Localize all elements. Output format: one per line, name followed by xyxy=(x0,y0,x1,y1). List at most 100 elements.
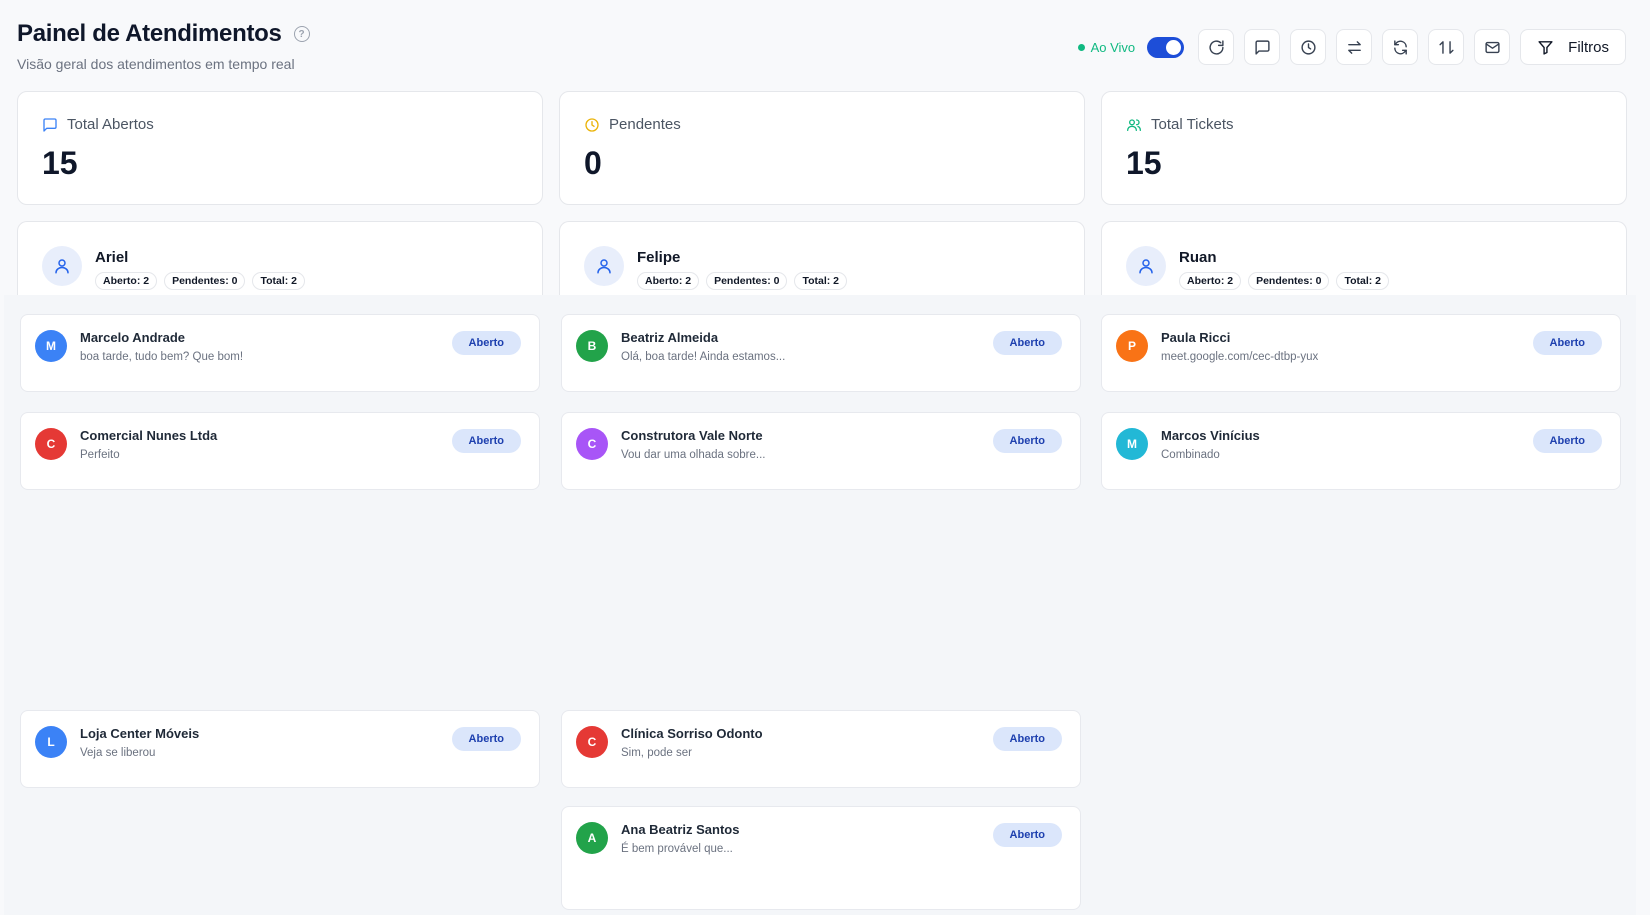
messages-button[interactable] xyxy=(1244,29,1281,65)
badge-aberto: Aberto: 2 xyxy=(1179,272,1242,290)
stat-value: 15 xyxy=(42,145,78,181)
ticket-card[interactable]: C Comercial Nunes Ltda Perfeito Aberto xyxy=(20,412,540,490)
ticket-contact-name: Ana Beatriz Santos xyxy=(621,822,740,837)
agent-name: Felipe xyxy=(637,249,681,266)
status-badge: Aberto xyxy=(1532,429,1602,453)
ticket-contact-name: Marcelo Andrade xyxy=(80,330,185,345)
agent-name: Ariel xyxy=(95,249,129,266)
ticket-last-message: boa tarde, tudo bem? Que bom! xyxy=(80,351,244,363)
refresh-button[interactable] xyxy=(1198,29,1235,65)
sort-button[interactable] xyxy=(1428,29,1465,65)
status-badge: Aberto xyxy=(451,429,521,453)
agent-column-ariel: Ariel Aberto: 2 Pendentes: 0 Total: 2 xyxy=(17,221,543,295)
status-badge: Aberto xyxy=(992,331,1062,355)
avatar: C xyxy=(576,428,608,460)
badge-aberto: Aberto: 2 xyxy=(95,272,158,290)
filters-button[interactable]: Filtros xyxy=(1520,29,1626,65)
ticket-contact-name: Loja Center Móveis xyxy=(80,726,200,741)
message-icon xyxy=(1255,39,1270,55)
stat-value: 0 xyxy=(584,145,602,181)
ticket-last-message: É bem provável que... xyxy=(621,843,733,855)
mail-icon xyxy=(1485,41,1500,53)
live-toggle[interactable] xyxy=(1147,36,1185,58)
avatar xyxy=(42,246,82,286)
stat-label: Total Tickets xyxy=(1151,116,1234,133)
ticket-card[interactable]: B Beatriz Almeida Olá, boa tarde! Ainda … xyxy=(561,314,1081,392)
badge-pendentes: Pendentes: 0 xyxy=(1248,272,1330,290)
page-title: Painel de Atendimentos xyxy=(17,20,282,47)
status-badge: Aberto xyxy=(992,429,1062,453)
message-icon xyxy=(43,117,57,132)
user-icon xyxy=(1139,259,1153,274)
refresh-icon xyxy=(1209,39,1224,55)
toggle-knob xyxy=(1166,39,1182,55)
ticket-contact-name: Beatriz Almeida xyxy=(621,330,719,345)
ticket-contact-name: Clínica Sorriso Odonto xyxy=(621,726,763,741)
transfer-button[interactable] xyxy=(1336,29,1373,65)
sync-icon xyxy=(1393,39,1407,55)
ticket-card[interactable]: M Marcos Vinícius Combinado Aberto xyxy=(1101,412,1621,490)
ticket-card[interactable]: C Clínica Sorriso Odonto Sim, pode ser A… xyxy=(561,710,1081,788)
avatar: A xyxy=(576,822,608,854)
filters-label: Filtros xyxy=(1568,38,1609,56)
agent-column-felipe: Felipe Aberto: 2 Pendentes: 0 Total: 2 xyxy=(559,221,1085,295)
ticket-card[interactable]: A Ana Beatriz Santos É bem provável que.… xyxy=(561,806,1081,910)
avatar: L xyxy=(35,726,67,758)
avatar xyxy=(1126,246,1166,286)
badge-total: Total: 2 xyxy=(794,272,848,290)
user-icon xyxy=(597,259,611,274)
avatar: C xyxy=(35,428,67,460)
ticket-last-message: Combinado xyxy=(1161,449,1220,461)
stat-card-total-tickets: Total Tickets 15 xyxy=(1101,91,1627,205)
users-icon xyxy=(1127,118,1141,131)
ticket-last-message: Perfeito xyxy=(80,449,120,461)
agent-card[interactable]: Ruan Aberto: 2 Pendentes: 0 Total: 2 xyxy=(1101,221,1627,295)
badge-aberto: Aberto: 2 xyxy=(637,272,700,290)
mail-button[interactable] xyxy=(1474,29,1511,65)
avatar: M xyxy=(1116,428,1148,460)
stat-card-total-abertos: Total Abertos 15 xyxy=(17,91,543,205)
help-icon[interactable]: ? xyxy=(293,26,310,42)
status-badge: Aberto xyxy=(451,331,521,355)
ticket-last-message: meet.google.com/cec-dtbp-yux xyxy=(1161,351,1319,363)
ticket-card[interactable]: M Marcelo Andrade boa tarde, tudo bem? Q… xyxy=(20,314,540,392)
ticket-contact-name: Marcos Vinícius xyxy=(1161,428,1260,443)
status-badge: Aberto xyxy=(992,823,1062,847)
live-indicator: Ao Vivo xyxy=(1077,39,1136,55)
agent-column-ruan: Ruan Aberto: 2 Pendentes: 0 Total: 2 xyxy=(1101,221,1627,295)
sync-button[interactable] xyxy=(1382,29,1419,65)
badge-total: Total: 2 xyxy=(252,272,306,290)
agent-name: Ruan xyxy=(1179,249,1217,266)
page-header: Painel de Atendimentos ? Visão geral dos… xyxy=(17,20,310,72)
history-button[interactable] xyxy=(1290,29,1327,65)
sort-icon xyxy=(1439,40,1454,54)
ticket-contact-name: Comercial Nunes Ltda xyxy=(80,428,218,443)
agent-card[interactable]: Felipe Aberto: 2 Pendentes: 0 Total: 2 xyxy=(559,221,1085,295)
agent-card[interactable]: Ariel Aberto: 2 Pendentes: 0 Total: 2 xyxy=(17,221,543,295)
ticket-card[interactable]: L Loja Center Móveis Veja se liberou Abe… xyxy=(20,710,540,788)
ticket-contact-name: Construtora Vale Norte xyxy=(621,428,763,443)
transfer-icon xyxy=(1347,40,1361,54)
ticket-last-message: Olá, boa tarde! Ainda estamos... xyxy=(621,351,786,363)
page-subtitle: Visão geral dos atendimentos em tempo re… xyxy=(17,56,295,72)
status-badge: Aberto xyxy=(992,727,1062,751)
user-icon xyxy=(55,259,69,274)
stat-value: 15 xyxy=(1126,145,1162,181)
ticket-card[interactable]: P Paula Ricci meet.google.com/cec-dtbp-y… xyxy=(1101,314,1621,392)
filter-icon xyxy=(1538,40,1553,55)
badge-pendentes: Pendentes: 0 xyxy=(164,272,246,290)
ticket-last-message: Vou dar uma olhada sobre... xyxy=(621,449,766,461)
ticket-last-message: Veja se liberou xyxy=(80,747,156,759)
clock-icon xyxy=(585,117,599,132)
ticket-last-message: Sim, pode ser xyxy=(621,747,692,759)
avatar xyxy=(584,246,624,286)
avatar: P xyxy=(1116,330,1148,362)
avatar: C xyxy=(576,726,608,758)
stat-card-pendentes: Pendentes 0 xyxy=(559,91,1085,205)
ticket-card[interactable]: C Construtora Vale Norte Vou dar uma olh… xyxy=(561,412,1081,490)
status-badge: Aberto xyxy=(1532,331,1602,355)
stat-label: Total Abertos xyxy=(67,116,154,133)
toolbar: Ao Vivo Filtros xyxy=(1077,29,1626,65)
badge-total: Total: 2 xyxy=(1336,272,1390,290)
live-label: Ao Vivo xyxy=(1090,39,1136,55)
